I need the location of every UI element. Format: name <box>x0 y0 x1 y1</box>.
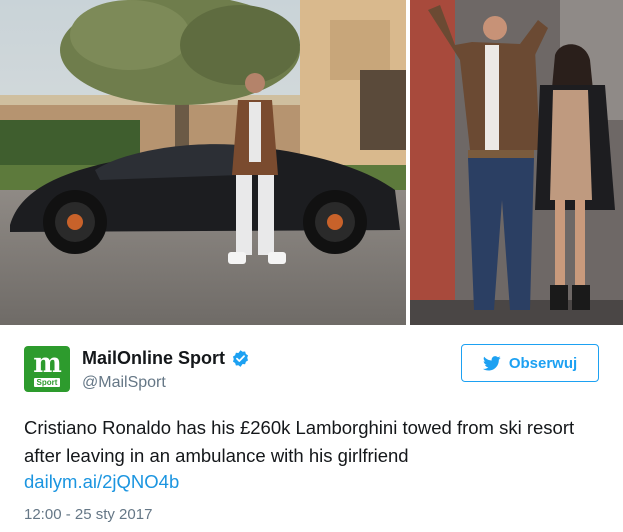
twitter-bird-icon <box>482 355 501 371</box>
tweet-link[interactable]: dailym.ai/2jQNO4b <box>24 471 179 493</box>
avatar-logo-caption: Sport <box>33 378 61 387</box>
follow-button-label: Obserwuj <box>508 354 578 372</box>
tweet-timestamp[interactable]: 12:00 - 25 sty 2017 <box>24 506 152 523</box>
account-name[interactable]: MailOnline Sport <box>82 348 250 369</box>
avatar-logo-letter: m <box>33 348 62 379</box>
tweet-card: m Sport MailOnline Sport @MailSport Obse… <box>0 0 623 532</box>
media-photo-lamborghini[interactable] <box>0 0 406 325</box>
account-handle[interactable]: @MailSport <box>82 374 166 392</box>
follow-button[interactable]: Obserwuj <box>461 344 599 382</box>
account-avatar[interactable]: m Sport <box>24 346 70 392</box>
couple-photo-image <box>410 0 623 325</box>
account-name-text: MailOnline Sport <box>82 348 226 368</box>
tweet-media <box>0 0 623 325</box>
verified-badge-icon <box>231 349 250 368</box>
tweet-text: Cristiano Ronaldo has his £260k Lamborgh… <box>24 417 575 466</box>
media-photo-couple[interactable] <box>410 0 623 325</box>
lamborghini-photo-image <box>0 0 406 325</box>
